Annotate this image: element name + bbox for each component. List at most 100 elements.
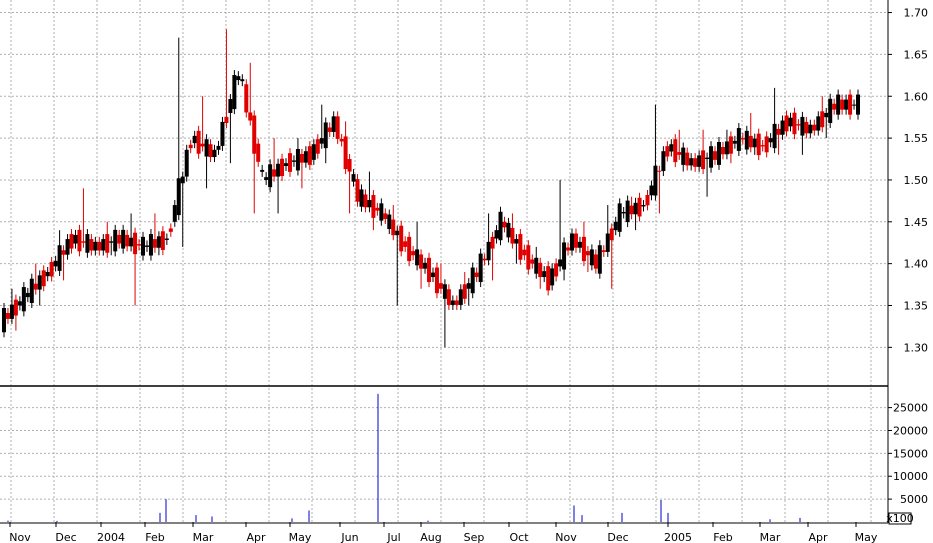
candle-body [824, 112, 829, 118]
candle-body [494, 230, 499, 239]
candle-body [359, 189, 364, 207]
candle-body [486, 241, 491, 261]
candle-body [411, 251, 416, 256]
candle-body [629, 205, 634, 215]
candle-body [792, 112, 797, 135]
candle-body [53, 260, 58, 267]
candle-body [538, 262, 543, 278]
grid-lines [0, 0, 888, 522]
candle-body [355, 179, 360, 202]
candle-body [661, 151, 666, 172]
candle-body [141, 236, 146, 256]
candle-body [188, 144, 193, 149]
candle-body [1, 308, 6, 333]
candle-body [121, 229, 126, 249]
candle-body [665, 146, 670, 157]
candle-body [327, 127, 332, 132]
candle-body [176, 178, 181, 216]
candle-body [427, 257, 432, 283]
volume-bars [7, 393, 801, 522]
candle-body [232, 75, 237, 110]
x-tick-label: Apr [246, 531, 266, 543]
candle-body [542, 271, 547, 278]
candle-body [216, 145, 221, 150]
x-tick-label: Apr [808, 531, 828, 543]
candle-body [69, 234, 74, 249]
candle-body [780, 120, 785, 135]
candle-body [589, 249, 594, 266]
candle-body [677, 152, 682, 155]
candle-body [498, 211, 503, 241]
volume-y-tick-label: 25000 [893, 402, 928, 415]
candle-body [272, 169, 277, 177]
candle-body [37, 275, 42, 290]
candle-body [172, 205, 177, 222]
candle-body [693, 158, 698, 167]
candle-body [836, 94, 841, 115]
candle-body [554, 263, 559, 277]
candle-body [196, 130, 201, 154]
candle-body [77, 229, 82, 252]
candle-body [462, 284, 467, 299]
stock-chart: 1.30 1.35 1.40 1.45 1.50 1.55 1.60 1.65 1.70 500… [0, 0, 929, 543]
candle-body [558, 259, 563, 267]
price-y-tick-label: 1.55 [904, 132, 929, 145]
candle-body [728, 136, 733, 154]
candle-body [331, 116, 336, 132]
candle-body [530, 259, 535, 264]
candle-body [474, 272, 479, 278]
candle-body [637, 197, 642, 217]
candle-body [117, 234, 122, 244]
candle-body [419, 254, 424, 269]
x-tick-label: Dec [55, 531, 76, 543]
candle-body [73, 234, 78, 244]
candle-body [669, 144, 674, 152]
candle-body [752, 138, 757, 148]
candle-body [260, 169, 265, 172]
candle-body [550, 268, 555, 286]
candle-body [5, 313, 10, 319]
candle-body [748, 135, 753, 148]
candle-body [391, 219, 396, 236]
candle-body [740, 138, 745, 140]
candle-body [264, 177, 269, 180]
candle-body [581, 236, 586, 262]
candle-body [852, 104, 857, 106]
candle-body [415, 249, 420, 266]
candle-body [363, 194, 368, 208]
candle-body [478, 253, 483, 283]
candle-body [164, 238, 169, 240]
candle-body [657, 170, 662, 172]
candle-body [577, 241, 582, 248]
candle-body [315, 139, 320, 154]
candle-body [438, 283, 443, 289]
candle-body [387, 214, 392, 230]
candle-body [148, 234, 153, 256]
candle-body [49, 261, 54, 277]
candle-body [220, 121, 225, 146]
candle-body [689, 158, 694, 166]
candle-body [125, 234, 130, 247]
candle-body [9, 304, 14, 319]
candle-body [768, 138, 773, 143]
price-y-axis: 1.30 1.35 1.40 1.45 1.50 1.55 1.60 1.65 1.70 [888, 7, 929, 354]
candle-body [681, 147, 686, 165]
candle-body [291, 160, 296, 162]
candle-body [736, 128, 741, 151]
candle-body [89, 239, 94, 251]
price-y-tick-label: 1.30 [904, 341, 929, 354]
x-tick-label: 2004 [97, 531, 125, 543]
candle-body [168, 228, 173, 232]
candle-body [21, 287, 26, 312]
candle-body [101, 239, 106, 251]
x-tick-label: Jul [386, 531, 400, 543]
candle-body [61, 250, 66, 255]
candle-body [764, 136, 769, 153]
candle-body [840, 99, 845, 110]
candle-body [347, 159, 352, 172]
x-tick-label: Nov [555, 531, 577, 543]
candle-body [184, 149, 189, 177]
candle-body [17, 301, 22, 306]
candle-body [41, 270, 46, 287]
candle-body [490, 236, 495, 249]
